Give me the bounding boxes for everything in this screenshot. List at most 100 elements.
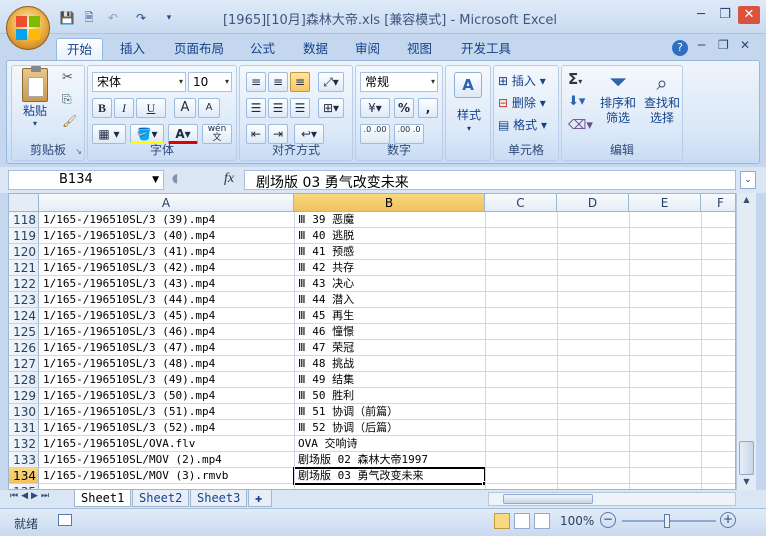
sheet-tab[interactable]: Sheet2: [132, 490, 190, 507]
select-all-corner[interactable]: [9, 194, 39, 212]
align-top-icon[interactable]: ≡: [246, 72, 266, 92]
align-left-icon[interactable]: ☰: [246, 98, 266, 118]
row-header[interactable]: 122: [9, 276, 39, 292]
help-icon[interactable]: ?: [672, 40, 688, 56]
format-cells-button[interactable]: ▤ 格式 ▾: [498, 116, 547, 133]
restore-button[interactable]: ❐: [714, 6, 736, 24]
cell-a[interactable]: 1/165-/196510SL/3 (46).mp4: [43, 324, 293, 340]
cell-b[interactable]: Ⅲ 46 憧憬: [298, 324, 484, 340]
insert-sheet-icon[interactable]: ✚: [248, 490, 272, 507]
cut-icon[interactable]: ✂: [62, 70, 73, 85]
normal-view-icon[interactable]: [494, 513, 510, 529]
active-cell-selection[interactable]: [293, 467, 486, 485]
row-header[interactable]: 129: [9, 388, 39, 404]
cell-b[interactable]: Ⅲ 47 荣冠: [298, 340, 484, 356]
cell-b[interactable]: Ⅲ 40 逃脱: [298, 228, 484, 244]
row-header[interactable]: 130: [9, 404, 39, 420]
column-header[interactable]: C: [485, 194, 557, 212]
row-header[interactable]: 121: [9, 260, 39, 276]
insert-cells-button[interactable]: ⊞ 插入 ▾: [498, 72, 546, 89]
tab-page-layout[interactable]: 页面布局: [164, 38, 234, 60]
save-icon[interactable]: 💾: [58, 9, 76, 27]
sheet-nav-icons[interactable]: ⏮◀▶⏭: [10, 491, 52, 501]
tab-developer[interactable]: 开发工具: [451, 38, 521, 60]
cell-a[interactable]: 1/165-/196510SL/3 (44).mp4: [43, 292, 293, 308]
cell-a[interactable]: 1/165-/196510SL/3 (43).mp4: [43, 276, 293, 292]
clear-icon[interactable]: ⌫▾: [568, 118, 593, 133]
tab-home[interactable]: 开始: [56, 38, 104, 60]
expand-formula-icon[interactable]: ⌄: [740, 171, 756, 189]
cell-a[interactable]: 1/165-/196510SL/MOV (3).rmvb: [43, 468, 293, 484]
row-header[interactable]: 128: [9, 372, 39, 388]
macro-record-icon[interactable]: [58, 514, 72, 526]
row-header[interactable]: 127: [9, 356, 39, 372]
cell-a[interactable]: 1/165-/196510SL/3 (41).mp4: [43, 244, 293, 260]
close-button[interactable]: ✕: [738, 6, 760, 24]
group-styles[interactable]: A 样式 ▾: [445, 65, 491, 161]
bold-button[interactable]: B: [92, 98, 112, 118]
align-right-icon[interactable]: ☰: [290, 98, 310, 118]
cell-a[interactable]: 1/165-/196510SL/3 (51).mp4: [43, 404, 293, 420]
tab-insert[interactable]: 插入: [110, 38, 155, 60]
cell-b[interactable]: Ⅲ 50 胜利: [298, 388, 484, 404]
column-header[interactable]: A: [39, 194, 294, 212]
orientation-icon[interactable]: ⤢▾: [318, 72, 344, 92]
cell-b[interactable]: Ⅲ 52 协调（后篇）: [298, 420, 484, 436]
underline-button[interactable]: U: [136, 98, 166, 118]
row-header[interactable]: 119: [9, 228, 39, 244]
tab-view[interactable]: 视图: [397, 38, 442, 60]
sheet-tab[interactable]: Sheet3: [190, 490, 248, 507]
customize-toolbar-icon[interactable]: ▾: [160, 9, 178, 27]
page-layout-view-icon[interactable]: [514, 513, 530, 529]
merge-center-icon[interactable]: ⊞▾: [318, 98, 344, 118]
cell-b[interactable]: Ⅲ 44 潜入: [298, 292, 484, 308]
cell-b[interactable]: Ⅲ 39 恶魔: [298, 212, 484, 228]
cell-b[interactable]: Ⅲ 42 共存: [298, 260, 484, 276]
print-preview-icon[interactable]: 🗎: [80, 9, 98, 27]
redo-icon[interactable]: ↷: [132, 9, 150, 27]
currency-icon[interactable]: ¥▾: [360, 98, 390, 118]
tab-review[interactable]: 审阅: [345, 38, 390, 60]
zoom-level[interactable]: 100%: [560, 514, 594, 528]
ribbon-minimize-icon[interactable]: ─: [698, 38, 705, 52]
undo-icon[interactable]: ↶: [104, 9, 122, 27]
horizontal-scrollbar[interactable]: [488, 492, 736, 506]
minimize-button[interactable]: ─: [690, 6, 712, 24]
font-name-select[interactable]: 宋体 ▾: [92, 72, 186, 92]
hscroll-thumb[interactable]: [503, 494, 593, 504]
scroll-down-icon[interactable]: ▼: [739, 477, 754, 489]
row-header[interactable]: 120: [9, 244, 39, 260]
delete-cells-button[interactable]: ⊟ 删除 ▾: [498, 94, 546, 111]
cell-a[interactable]: 1/165-/196510SL/3 (50).mp4: [43, 388, 293, 404]
row-header[interactable]: 123: [9, 292, 39, 308]
vertical-scrollbar[interactable]: ▲ ▼: [736, 193, 756, 490]
cell-b[interactable]: OVA 交响诗: [298, 436, 484, 452]
sort-filter-button[interactable]: ⏷ 排序和 筛选: [596, 70, 640, 126]
page-break-view-icon[interactable]: [534, 513, 550, 529]
cell-b[interactable]: Ⅲ 49 结集: [298, 372, 484, 388]
cell-b[interactable]: Ⅲ 48 挑战: [298, 356, 484, 372]
cell-a[interactable]: 1/165-/196510SL/MOV (2).mp4: [43, 452, 293, 468]
find-select-button[interactable]: ⌕ 查找和 选择: [640, 70, 684, 126]
cell-a[interactable]: 1/165-/196510SL/3 (52).mp4: [43, 420, 293, 436]
grow-font-button[interactable]: A: [174, 98, 196, 118]
cell-b[interactable]: Ⅲ 51 协调（前篇）: [298, 404, 484, 420]
row-header[interactable]: 131: [9, 420, 39, 436]
fill-icon[interactable]: ⬇▾: [568, 94, 585, 109]
ribbon-restore-icon[interactable]: ❐: [718, 38, 729, 52]
tab-data[interactable]: 数据: [293, 38, 338, 60]
cell-a[interactable]: 1/165-/196510SL/3 (48).mp4: [43, 356, 293, 372]
align-center-icon[interactable]: ☰: [268, 98, 288, 118]
comma-button[interactable]: ,: [418, 98, 438, 118]
column-header[interactable]: E: [629, 194, 701, 212]
insert-function-icon[interactable]: fx: [224, 171, 234, 187]
formula-bar-resize-icon[interactable]: ◖: [172, 171, 186, 189]
ribbon-close-icon[interactable]: ✕: [740, 38, 750, 52]
zoom-slider-handle[interactable]: [664, 514, 670, 528]
office-button[interactable]: [6, 6, 50, 50]
cell-b[interactable]: Ⅲ 41 预感: [298, 244, 484, 260]
shrink-font-button[interactable]: A: [198, 98, 220, 118]
percent-button[interactable]: %: [394, 98, 414, 118]
cell-a[interactable]: 1/165-/196510SL/OVA.flv: [43, 436, 293, 452]
column-header[interactable]: D: [557, 194, 629, 212]
